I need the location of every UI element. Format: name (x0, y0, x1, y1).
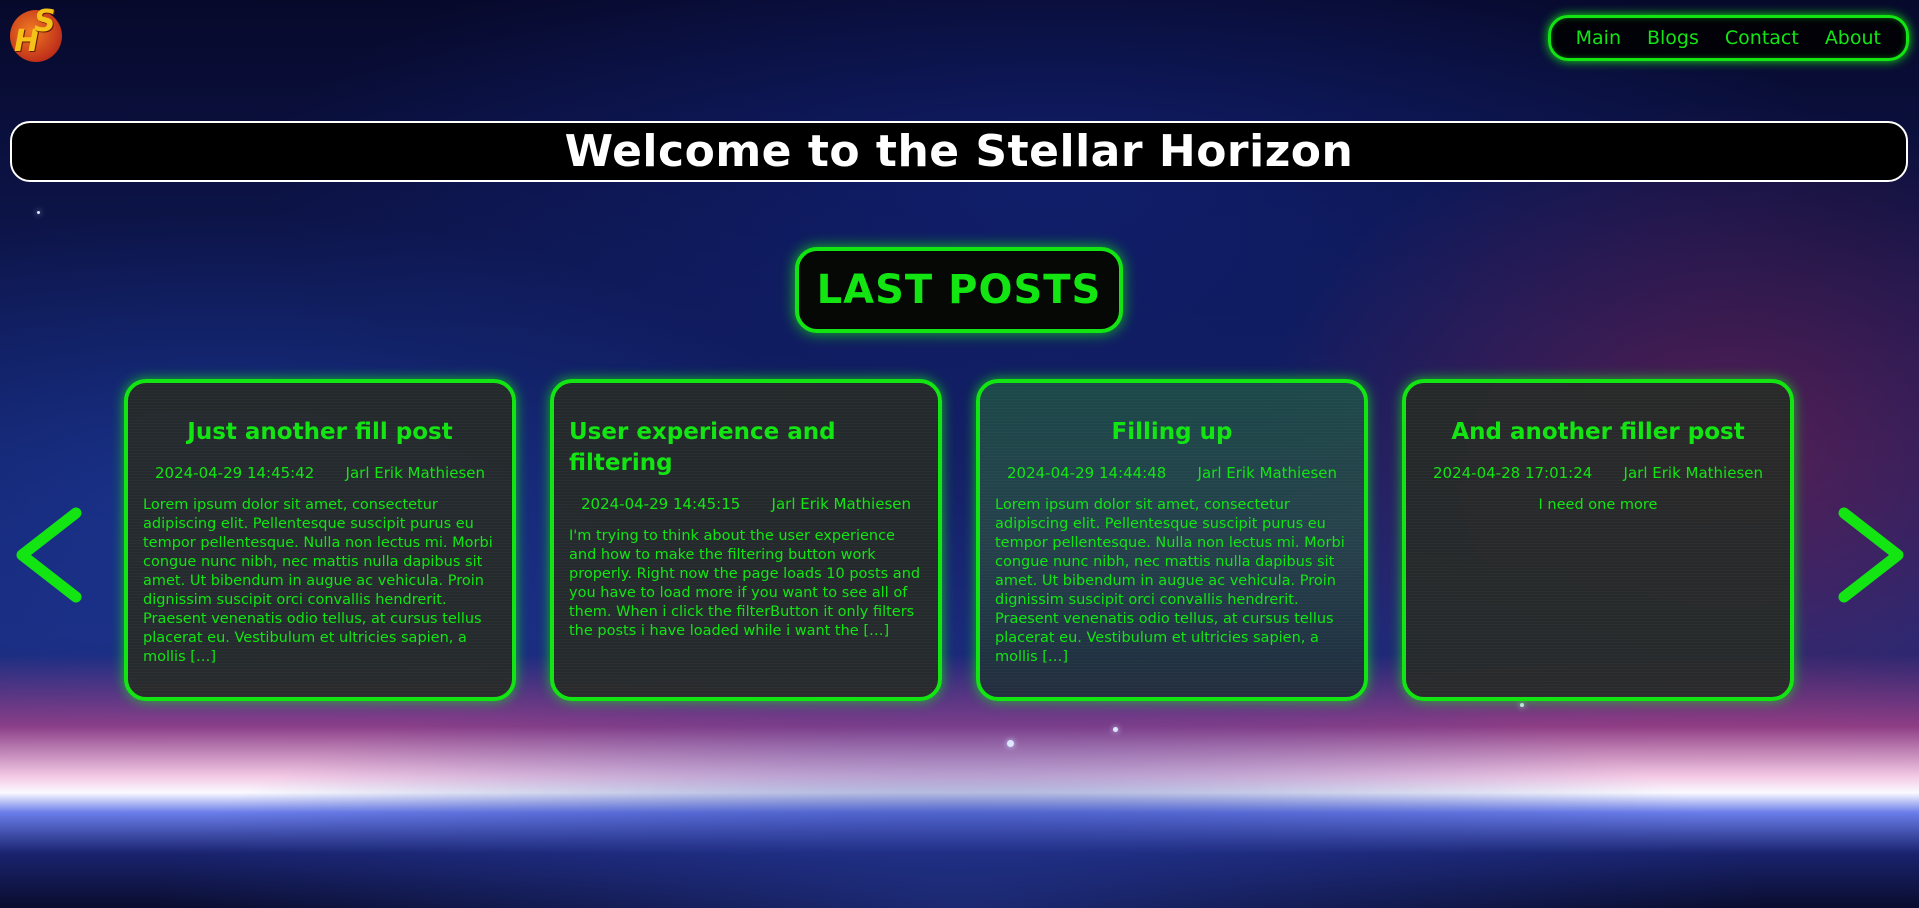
site-logo[interactable]: H S (10, 4, 62, 62)
post-title[interactable]: User experience and filtering (569, 417, 923, 479)
star (1007, 740, 1014, 747)
carousel-next-button[interactable] (1830, 505, 1910, 605)
post-excerpt: Lorem ipsum dolor sit amet, consectetur … (995, 497, 1345, 665)
post-card[interactable]: User experience and filtering 2024-04-29… (550, 379, 942, 701)
post-meta: 2024-04-29 14:45:42 Jarl Erik Mathiesen (143, 464, 497, 482)
post-title[interactable]: Just another fill post (143, 417, 497, 448)
post-excerpt: I need one more (1538, 497, 1658, 513)
nav-link-contact[interactable]: Contact (1712, 27, 1812, 49)
post-date: 2024-04-29 14:45:15 (581, 495, 741, 513)
post-excerpt: I'm trying to think about the user exper… (569, 528, 921, 639)
post-author: Jarl Erik Mathiesen (771, 495, 911, 513)
last-posts-heading-box: LAST POSTS (795, 247, 1123, 333)
nav-link-blogs[interactable]: Blogs (1634, 27, 1712, 49)
post-date: 2024-04-28 17:01:24 (1433, 464, 1593, 482)
nav-link-about[interactable]: About (1812, 27, 1894, 49)
last-posts-heading: LAST POSTS (816, 267, 1102, 313)
post-card[interactable]: Just another fill post 2024-04-29 14:45:… (124, 379, 516, 701)
title-banner: Welcome to the Stellar Horizon (10, 121, 1908, 182)
logo-letter-s: S (34, 4, 56, 39)
post-title[interactable]: Filling up (995, 417, 1349, 448)
star (1520, 703, 1524, 707)
posts-carousel: Just another fill post 2024-04-29 14:45:… (124, 379, 1795, 701)
post-excerpt: Lorem ipsum dolor sit amet, consectetur … (143, 497, 493, 665)
chevron-left-icon (16, 507, 82, 603)
star (1113, 727, 1118, 732)
post-author: Jarl Erik Mathiesen (345, 464, 485, 482)
page-title: Welcome to the Stellar Horizon (564, 126, 1354, 177)
post-author: Jarl Erik Mathiesen (1623, 464, 1763, 482)
star (37, 211, 40, 214)
post-date: 2024-04-29 14:44:48 (1007, 464, 1167, 482)
post-card[interactable]: Filling up 2024-04-29 14:44:48 Jarl Erik… (976, 379, 1368, 701)
post-card[interactable]: And another filler post 2024-04-28 17:01… (1402, 379, 1794, 701)
post-author: Jarl Erik Mathiesen (1197, 464, 1337, 482)
post-title[interactable]: And another filler post (1421, 417, 1775, 448)
post-meta: 2024-04-29 14:44:48 Jarl Erik Mathiesen (995, 464, 1349, 482)
carousel-prev-button[interactable] (10, 505, 90, 605)
post-meta: 2024-04-28 17:01:24 Jarl Erik Mathiesen (1421, 464, 1775, 482)
nav-link-main[interactable]: Main (1563, 27, 1634, 49)
post-date: 2024-04-29 14:45:42 (155, 464, 315, 482)
post-meta: 2024-04-29 14:45:15 Jarl Erik Mathiesen (569, 495, 923, 513)
chevron-right-icon (1838, 507, 1904, 603)
main-nav: Main Blogs Contact About (1547, 15, 1909, 61)
